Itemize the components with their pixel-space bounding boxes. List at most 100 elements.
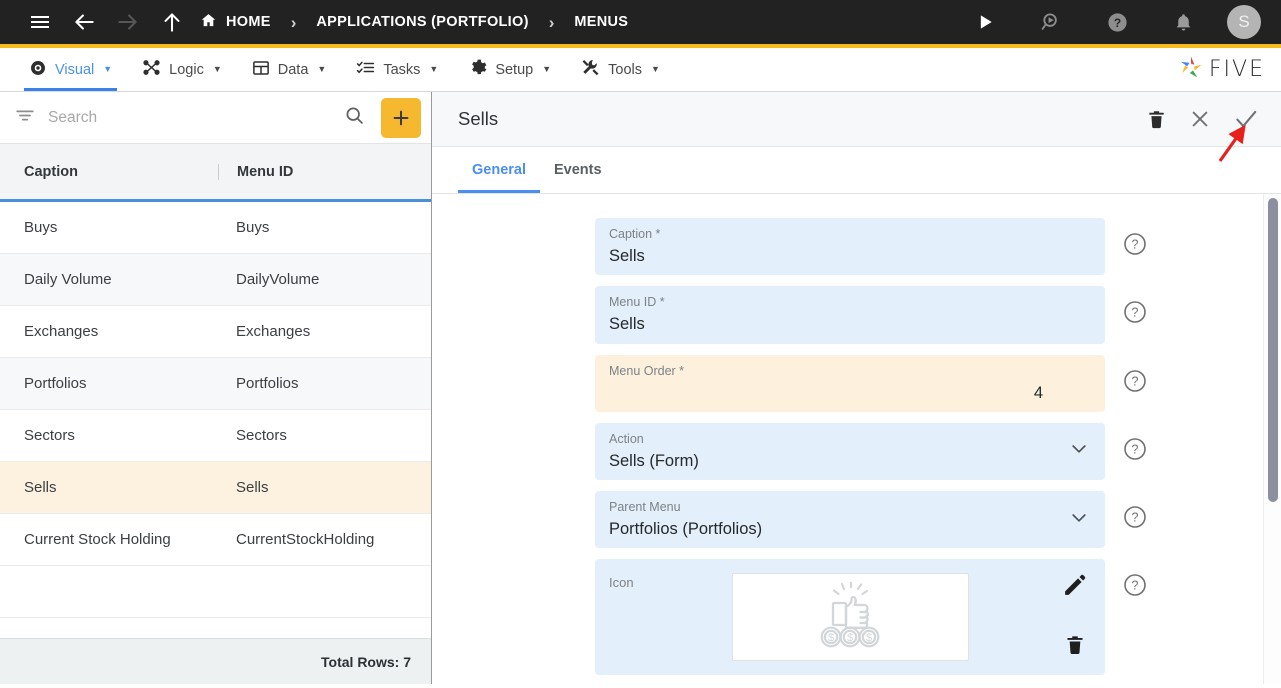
cell-caption: Buys [24,219,58,236]
help-circle-icon[interactable]: ? [1123,505,1147,534]
search-container [14,98,371,138]
tab-general[interactable]: General [458,147,540,193]
tab-tools[interactable]: Tools ▼ [566,48,675,91]
tab-setup[interactable]: Setup ▼ [453,48,566,91]
table-row[interactable]: Current Stock Holding CurrentStockHoldin… [0,514,431,566]
detail-header-actions [1146,106,1259,132]
table-row-empty [0,566,431,618]
hamburger-icon[interactable] [18,0,62,44]
breadcrumb-item-menus[interactable]: MENUS [574,14,628,30]
icon-tools [1062,573,1089,661]
search-icon[interactable] [344,105,371,131]
field-value: Sells [609,247,645,265]
tab-label: Tools [608,61,642,78]
run-icon[interactable] [963,0,1007,44]
table-row[interactable]: Daily Volume DailyVolume [0,254,431,306]
icon-field[interactable]: Icon $ $ $ [595,559,1105,676]
field-value: 4 [1033,383,1043,402]
chevron-down-icon[interactable] [1069,507,1089,532]
arrow-right-icon[interactable] [106,0,150,44]
topbar-right-actions: ? S [963,0,1267,44]
notifications-bell-icon[interactable] [1161,0,1205,44]
breadcrumb-label: HOME [226,14,271,30]
breadcrumb-item-applications[interactable]: APPLICATIONS (PORTFOLIO) [316,14,528,30]
search-input[interactable] [48,108,332,127]
help-circle-icon[interactable]: ? [1095,0,1139,44]
breadcrumb-item-home[interactable]: HOME [200,12,271,33]
cell-caption: Daily Volume [24,271,112,288]
chevron-down-icon: ▼ [103,64,113,74]
filter-icon[interactable] [14,104,36,131]
tab-label: Logic [169,61,204,78]
detail-header: Sells [432,92,1281,147]
breadcrumb-separator: › [290,12,297,32]
chevron-down-icon: ▼ [317,64,327,74]
detail-tabs: General Events [432,147,1281,194]
close-icon[interactable] [1189,108,1211,130]
tab-tasks[interactable]: Tasks ▼ [341,48,453,91]
column-header-menu-id[interactable]: Menu ID [218,163,431,180]
debug-search-icon[interactable] [1029,0,1073,44]
tab-logic[interactable]: Logic ▼ [127,48,237,91]
table-footer: Total Rows: 7 [0,638,431,684]
caption-field[interactable]: Caption * Sells [595,218,1105,276]
five-logo: FIVE [1176,48,1281,91]
pencil-icon[interactable] [1062,573,1087,603]
page-title: Sells [458,108,499,129]
module-tab-bar: Visual ▼ Logic ▼ Data ▼ Tasks ▼ Setup ▼ [0,48,1281,92]
add-menu-button[interactable] [381,97,421,138]
svg-text:?: ? [1132,238,1139,252]
chevron-down-icon[interactable] [1069,439,1089,464]
svg-text:?: ? [1132,374,1139,388]
table-row[interactable]: Exchanges Exchanges [0,306,431,358]
cell-menu-id: CurrentStockHolding [236,531,375,548]
cell-caption: Portfolios [24,375,87,392]
arrow-left-icon[interactable] [62,0,106,44]
tab-events[interactable]: Events [540,147,616,193]
scrollbar-track[interactable] [1263,194,1281,684]
table-row-selected[interactable]: Sells Sells [0,462,431,514]
eye-icon [29,59,47,81]
field-row-action: Action Sells (Form) ? [432,422,1281,481]
home-icon [200,12,217,33]
tab-label: Visual [55,61,95,78]
trash-icon[interactable] [1064,634,1086,661]
tab-label: Events [554,162,602,178]
wrench-icon [581,58,600,81]
scrollbar-thumb[interactable] [1268,198,1278,502]
chevron-down-icon: ▼ [651,64,660,74]
help-circle-icon[interactable]: ? [1123,369,1147,398]
svg-text:$: $ [865,632,871,644]
cell-caption: Sectors [24,427,75,444]
field-row-icon: Icon $ $ $ ? [432,559,1281,676]
icon-preview[interactable]: $ $ $ [732,573,969,662]
help-circle-icon[interactable]: ? [1123,437,1147,466]
gear-icon [468,58,487,81]
help-circle-icon[interactable]: ? [1123,232,1147,261]
topbar-left-controls [18,0,194,44]
delete-icon[interactable] [1146,109,1167,130]
cell-menu-id: DailyVolume [236,271,320,288]
tab-visual[interactable]: Visual ▼ [14,48,127,91]
field-label: Parent Menu [609,500,681,515]
parent-menu-select[interactable]: Parent Menu Portfolios (Portfolios) [595,491,1105,549]
table-row[interactable]: Sectors Sectors [0,410,431,462]
menu-id-field[interactable]: Menu ID * Sells [595,286,1105,344]
arrow-up-icon[interactable] [150,0,194,44]
action-select[interactable]: Action Sells (Form) [595,422,1105,481]
tab-label: Setup [495,61,534,78]
table-row[interactable]: Portfolios Portfolios [0,358,431,410]
tab-data[interactable]: Data ▼ [237,48,342,91]
svg-text:?: ? [1132,306,1139,320]
confirm-check-icon[interactable] [1233,106,1259,132]
avatar[interactable]: S [1227,5,1261,39]
menu-order-field[interactable]: Menu Order * 4 [595,354,1105,412]
list-toolbar [0,92,431,144]
help-circle-icon[interactable]: ? [1123,300,1147,329]
active-tab-underline [24,88,118,91]
cell-caption: Sells [24,479,57,496]
column-header-caption[interactable]: Caption [0,164,218,180]
five-pinwheel-icon [1176,52,1206,87]
table-row[interactable]: Buys Buys [0,202,431,254]
help-circle-icon[interactable]: ? [1123,573,1147,602]
